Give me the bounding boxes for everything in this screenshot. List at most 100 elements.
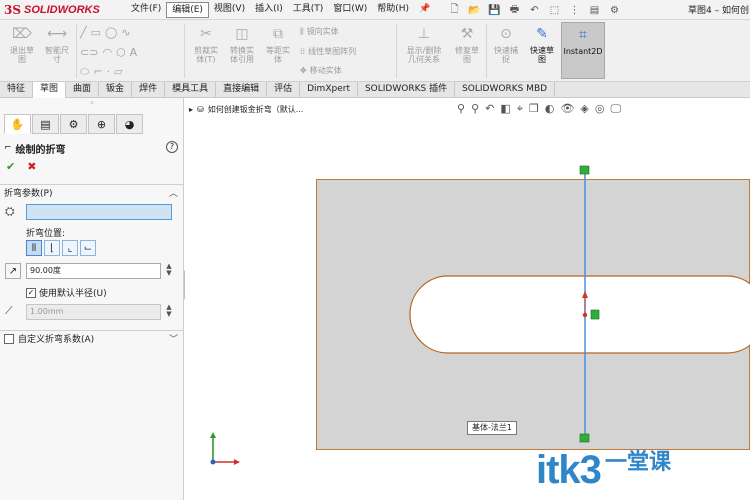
slot-icon[interactable]: ⊂⊃ xyxy=(80,46,98,59)
select-icon[interactable]: ⬚ xyxy=(546,3,563,17)
display-manager-tab-icon[interactable]: ◕ xyxy=(116,114,143,134)
custom-bend-allowance-header[interactable]: 自定义折弯系数(A) ﹀ xyxy=(0,330,184,346)
bend-line-bottom-handle[interactable] xyxy=(579,433,590,443)
ellipse-icon[interactable]: ⬭ xyxy=(80,65,89,79)
tab-sheet-metal[interactable]: 钣金 xyxy=(99,82,133,98)
bend-outside-icon[interactable]: ⌙ xyxy=(80,240,96,256)
tab-direct-editing[interactable]: 直接编辑 xyxy=(216,82,268,98)
graphics-area[interactable]: ▸ ⛁ 如何创建钣金折弯（默认... ⚲ ⚲ ↶ ◧ ⌖ ❒ ◐ 👁 ◈ ◎ 🖵 xyxy=(185,98,750,500)
menu-file[interactable]: 文件(F) xyxy=(126,2,166,18)
bend-params-label: 折弯参数(P) xyxy=(4,189,53,199)
undo-icon[interactable]: ↶ xyxy=(526,3,543,17)
traffic-light-icon[interactable]: ⋮ xyxy=(566,3,583,17)
expand-chevron-icon: ﹀ xyxy=(168,335,178,345)
fillet-icon[interactable]: ⌐ xyxy=(93,65,102,79)
rapid-sketch-icon: ✎ xyxy=(536,25,548,42)
propertymanager-tab-icon[interactable]: ▤ xyxy=(32,114,59,134)
convert-label: 转换实 体引用 xyxy=(230,46,254,64)
offset-entities-button[interactable]: ⧉ 等距实 体 xyxy=(260,24,296,65)
new-document-icon[interactable]: 🗋 xyxy=(446,3,463,17)
line-icon[interactable]: ╱ xyxy=(80,26,87,39)
tab-weldments[interactable]: 焊件 xyxy=(132,82,166,98)
spline-icon[interactable]: ∿ xyxy=(121,26,130,39)
arc-icon[interactable]: ◠ xyxy=(102,46,112,59)
bend-params-header[interactable]: 折弯参数(P) ︿ xyxy=(0,184,184,200)
bend-line-top-handle[interactable] xyxy=(579,165,590,175)
bend-position-buttons: ⫴ ⌊ ⌞ ⌙ xyxy=(26,240,96,256)
ok-check-icon[interactable]: ✔ xyxy=(6,160,15,173)
save-icon[interactable]: 💾 xyxy=(486,3,503,17)
dimxpert-tab-icon[interactable]: ⊕ xyxy=(88,114,115,134)
use-default-radius-row[interactable]: ✓ 使用默认半径(U) xyxy=(26,286,107,299)
menu-bar: 文件(F) 编辑(E) 视图(V) 插入(I) 工具(T) 窗口(W) 帮助(H… xyxy=(126,2,430,18)
custom-bend-checkbox[interactable] xyxy=(4,333,14,344)
command-manager-tabs: 特征 草图 曲面 钣金 焊件 模具工具 直接编辑 评估 DimXpert SOL… xyxy=(0,82,750,98)
midpoint-marker[interactable] xyxy=(582,312,588,318)
tab-features[interactable]: 特征 xyxy=(0,82,34,98)
tab-mbd[interactable]: SOLIDWORKS MBD xyxy=(455,82,556,98)
convert-entities-button[interactable]: ◫ 转换实 体引用 xyxy=(224,24,260,65)
slot-cutout[interactable] xyxy=(409,275,750,354)
text-icon[interactable]: A xyxy=(130,46,138,59)
rapid-sketch-button[interactable]: ✎ 快速草 图 xyxy=(524,24,560,65)
help-icon[interactable]: ? xyxy=(166,141,178,153)
configurationmanager-tab-icon[interactable]: ⚙ xyxy=(60,114,87,134)
open-icon[interactable]: 📂 xyxy=(466,3,483,17)
sketched-bend-icon: ⌐ xyxy=(4,143,12,153)
mirror-icon: ⫼ xyxy=(300,26,304,36)
angle-spinner[interactable]: ▲ ▼ xyxy=(164,263,174,277)
radius-spinner[interactable]: ▲ ▼ xyxy=(164,304,174,318)
bend-angle-input[interactable]: 90.00度 xyxy=(26,263,161,279)
menu-tools[interactable]: 工具(T) xyxy=(288,2,329,18)
material-inside-icon[interactable]: ⌊ xyxy=(44,240,60,256)
tab-addins[interactable]: SOLIDWORKS 插件 xyxy=(358,82,456,98)
document-title: 草图4 – 如何创 xyxy=(688,6,749,16)
cancel-x-icon[interactable]: ✖ xyxy=(27,160,36,173)
trim-entities-button[interactable]: ✂ 剪裁实 体(T) xyxy=(188,24,224,65)
tab-evaluate[interactable]: 评估 xyxy=(267,82,301,98)
mirror-entities-button[interactable]: ⫼ 镜向实体 xyxy=(300,26,339,37)
point-icon[interactable]: · xyxy=(107,65,111,79)
menu-insert[interactable]: 插入(I) xyxy=(250,2,288,18)
sketch-tools-row-2: ⊂⊃ ◠ ⬡ A xyxy=(80,46,137,59)
use-default-radius-checkbox[interactable]: ✓ xyxy=(26,287,36,298)
material-outside-icon[interactable]: ⌞ xyxy=(62,240,78,256)
quick-snaps-button[interactable]: ⊙ 快速捕 捉 xyxy=(488,24,524,65)
plane-icon[interactable]: ▱ xyxy=(114,65,122,79)
tab-mold-tools[interactable]: 模具工具 xyxy=(165,82,217,98)
ok-cancel-row: ✔ ✖ xyxy=(6,160,36,173)
rectangle-icon[interactable]: ▭ xyxy=(91,26,101,39)
menu-view[interactable]: 视图(V) xyxy=(209,2,250,18)
display-delete-relations-button[interactable]: ⊥ 显示/删除 几何关系 xyxy=(400,24,448,65)
move-entities-button[interactable]: ✥ 移动实体 xyxy=(300,65,342,76)
triad-z-axis xyxy=(210,459,216,465)
fixed-face-selection-box[interactable] xyxy=(26,204,172,220)
panel-grip[interactable]: ◦ xyxy=(0,98,184,112)
print-icon[interactable]: 🖶 xyxy=(506,3,523,17)
menu-window[interactable]: 窗口(W) xyxy=(328,2,372,18)
polygon-icon[interactable]: ⬡ xyxy=(116,46,126,59)
tab-dimxpert[interactable]: DimXpert xyxy=(300,82,358,98)
exit-sketch-label: 退出草 图 xyxy=(10,46,34,64)
options-gear-icon[interactable]: ⚙ xyxy=(606,3,623,17)
solidworks-logo[interactable]: 3S SOLIDWORKS xyxy=(4,3,108,17)
instant2d-button[interactable]: ⌗ Instant2D xyxy=(561,22,605,79)
smart-dimension-button[interactable]: ⟷ 智能尺 寸 xyxy=(40,24,74,65)
file-properties-icon[interactable]: ▤ xyxy=(586,3,603,17)
midpoint-relation-icon[interactable] xyxy=(590,309,600,320)
linear-pattern-button[interactable]: ⁞⁞ 线性草图阵列 xyxy=(300,46,356,57)
exit-sketch-button[interactable]: ⌦ 退出草 图 xyxy=(4,24,40,65)
instant2d-icon: ⌗ xyxy=(579,26,587,43)
bend-radius-input[interactable]: 1.00mm xyxy=(26,304,161,320)
pin-icon[interactable]: 📌 xyxy=(414,2,430,18)
featuremanager-tab-icon[interactable]: ✋ xyxy=(4,114,31,134)
repair-sketch-button[interactable]: ⚒ 修复草 图 xyxy=(450,24,484,65)
circle-icon[interactable]: ◯ xyxy=(105,26,117,39)
feature-callout[interactable]: 基体-法兰1 xyxy=(467,421,517,435)
menu-edit[interactable]: 编辑(E) xyxy=(166,2,209,18)
offset-icon: ⧉ xyxy=(273,25,283,42)
menu-help[interactable]: 帮助(H) xyxy=(372,2,414,18)
bend-centerline-icon[interactable]: ⫴ xyxy=(26,240,42,256)
tab-surfaces[interactable]: 曲面 xyxy=(66,82,100,98)
tab-sketch[interactable]: 草图 xyxy=(33,82,67,98)
